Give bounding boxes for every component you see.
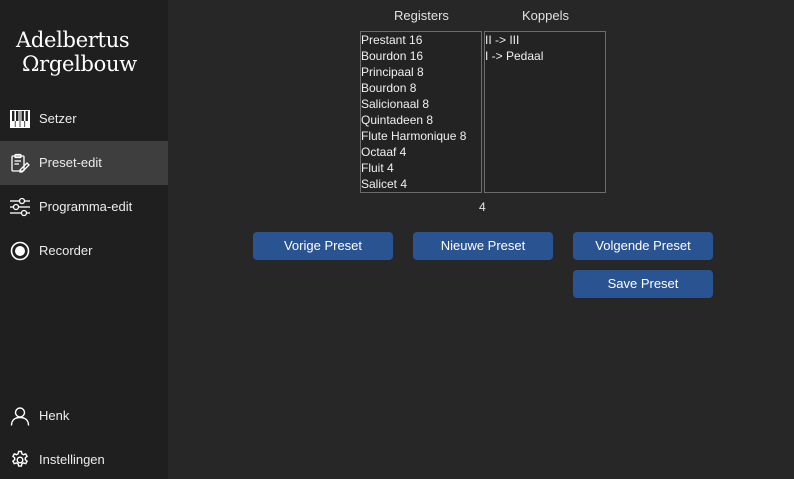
brand-line-2: Ωrgelbouw	[22, 52, 137, 76]
sidebar-item-user[interactable]: Henk	[0, 394, 168, 438]
list-item[interactable]: Bourdon 8	[361, 80, 481, 96]
list-item[interactable]: Quintadeen 8	[361, 112, 481, 128]
list-item[interactable]: II -> III	[485, 32, 605, 48]
sidebar-item-instellingen[interactable]: Instellingen	[0, 438, 168, 479]
sidebar-item-label: Preset-edit	[39, 155, 102, 170]
piano-keys-icon	[9, 108, 31, 130]
list-item[interactable]: Salicionaal 8	[361, 96, 481, 112]
list-item[interactable]: Flute Harmonique 8	[361, 128, 481, 144]
save-preset-button[interactable]: Save Preset	[573, 270, 713, 298]
koppels-header: Koppels	[522, 8, 569, 23]
sidebar-item-programma-edit[interactable]: Programma-edit	[0, 185, 168, 229]
sidebar-item-setzer[interactable]: Setzer	[0, 97, 168, 141]
user-icon	[9, 405, 31, 427]
koppels-list[interactable]: II -> III I -> Pedaal	[484, 31, 606, 193]
sidebar-item-label: Instellingen	[39, 452, 105, 467]
brand-logo: Adelbertus Ωrgelbouw	[16, 28, 156, 76]
next-preset-button[interactable]: Volgende Preset	[573, 232, 713, 260]
main-panel: Registers Koppels Prestant 16 Bourdon 16…	[168, 0, 794, 479]
previous-preset-button[interactable]: Vorige Preset	[253, 232, 393, 260]
list-item[interactable]: Prestant 16	[361, 32, 481, 48]
sidebar-item-label: Programma-edit	[39, 199, 133, 214]
list-item[interactable]: Fluit 4	[361, 160, 481, 176]
registers-header: Registers	[394, 8, 449, 23]
record-icon	[9, 240, 31, 262]
gear-icon	[9, 449, 31, 471]
list-item[interactable]: Salicet 4	[361, 176, 481, 192]
sidebar: Adelbertus Ωrgelbouw Setzer Preset-edit …	[0, 0, 168, 479]
sidebar-item-recorder[interactable]: Recorder	[0, 229, 168, 273]
list-item[interactable]: Bourdon 16	[361, 48, 481, 64]
sidebar-item-label: Recorder	[39, 243, 93, 258]
preset-number: 4	[479, 200, 486, 214]
new-preset-button[interactable]: Nieuwe Preset	[413, 232, 553, 260]
brand-line-1: Adelbertus	[16, 28, 130, 52]
sidebar-item-label: Henk	[39, 408, 70, 423]
sidebar-item-label: Setzer	[39, 111, 77, 126]
list-item[interactable]: Octaaf 4	[361, 144, 481, 160]
registers-list[interactable]: Prestant 16 Bourdon 16 Principaal 8 Bour…	[360, 31, 482, 193]
sliders-icon	[9, 196, 31, 218]
list-item[interactable]: I -> Pedaal	[485, 48, 605, 64]
list-item[interactable]: Principaal 8	[361, 64, 481, 80]
clipboard-edit-icon	[9, 152, 31, 174]
sidebar-item-preset-edit[interactable]: Preset-edit	[0, 141, 168, 185]
